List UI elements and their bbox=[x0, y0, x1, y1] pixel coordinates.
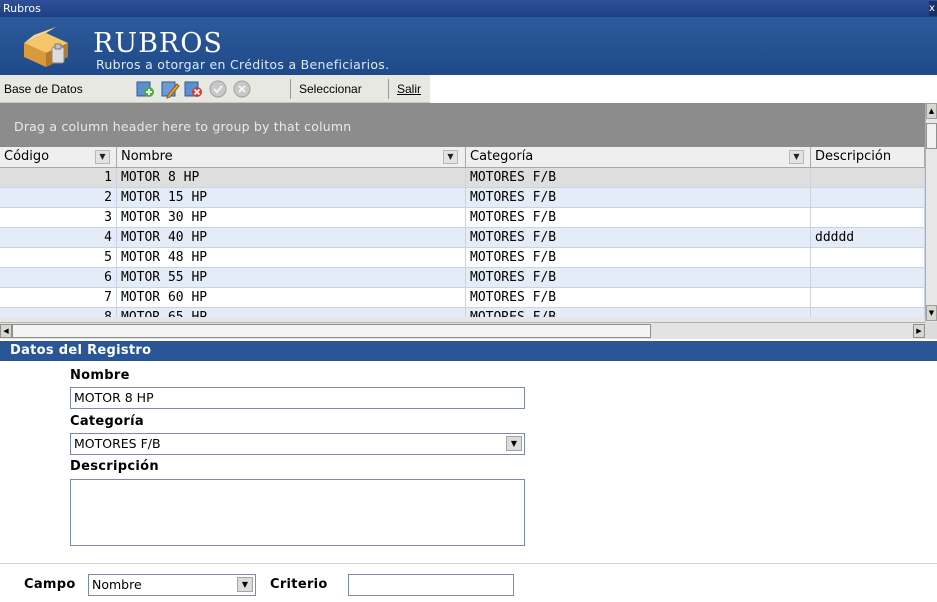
column-header-description[interactable]: Descripción bbox=[811, 147, 925, 168]
cell-description bbox=[811, 268, 925, 288]
toolbar-separator bbox=[388, 79, 389, 99]
criteria-input[interactable] bbox=[348, 574, 514, 596]
scroll-thumb[interactable] bbox=[926, 123, 937, 149]
cell-description bbox=[811, 288, 925, 308]
table-row[interactable]: 7 MOTOR 60 HP MOTORES F/B bbox=[0, 288, 925, 308]
column-header-label: Categoría bbox=[470, 149, 534, 164]
scroll-down-icon[interactable]: ▼ bbox=[926, 305, 937, 321]
horizontal-scrollbar[interactable]: ◀ ▶ bbox=[0, 322, 925, 339]
criteria-label: Criterio bbox=[270, 577, 328, 592]
cell-code: 7 bbox=[0, 288, 117, 308]
column-header-label: Nombre bbox=[121, 149, 173, 164]
group-by-panel[interactable]: Drag a column header here to group by th… bbox=[0, 103, 925, 147]
chevron-down-icon[interactable]: ▼ bbox=[789, 150, 804, 164]
column-header-category[interactable]: Categoría ▼ bbox=[466, 147, 811, 168]
cell-description bbox=[811, 188, 925, 208]
toolbar-separator bbox=[290, 79, 291, 99]
table-row[interactable]: 1 MOTOR 8 HP MOTORES F/B bbox=[0, 168, 925, 188]
grid-rows: 1 MOTOR 8 HP MOTORES F/B 2 MOTOR 15 HP M… bbox=[0, 168, 925, 317]
cell-code: 2 bbox=[0, 188, 117, 208]
section-title: Datos del Registro bbox=[0, 341, 937, 361]
confirm-icon[interactable] bbox=[208, 79, 228, 99]
name-label: Nombre bbox=[70, 368, 130, 383]
field-select-value: Nombre bbox=[92, 577, 142, 592]
cell-name: MOTOR 15 HP bbox=[117, 188, 466, 208]
table-row[interactable]: 5 MOTOR 48 HP MOTORES F/B bbox=[0, 248, 925, 268]
table-row[interactable]: 4 MOTOR 40 HP MOTORES F/B ddddd bbox=[0, 228, 925, 248]
cell-category: MOTORES F/B bbox=[466, 208, 811, 228]
grid-header: Código ▼ Nombre ▼ Categoría ▼ Descripció… bbox=[0, 147, 925, 168]
cell-code: 1 bbox=[0, 168, 117, 188]
column-header-label: Descripción bbox=[815, 149, 892, 164]
cell-description bbox=[811, 168, 925, 188]
window-titlebar: Rubros x bbox=[0, 0, 937, 17]
page-title: RUBROS bbox=[93, 28, 223, 59]
app-header: RUBROS Rubros a otorgar en Créditos a Be… bbox=[0, 17, 937, 75]
column-header-code[interactable]: Código ▼ bbox=[0, 147, 117, 168]
cell-description bbox=[811, 208, 925, 228]
table-row[interactable]: 8 MOTOR 65 HP MOTORES F/B bbox=[0, 308, 925, 317]
cell-code: 6 bbox=[0, 268, 117, 288]
category-select-value: MOTORES F/B bbox=[74, 436, 161, 451]
field-select[interactable]: Nombre ▼ bbox=[88, 574, 256, 596]
scroll-thumb[interactable] bbox=[12, 324, 651, 338]
description-field[interactable] bbox=[70, 479, 525, 546]
vertical-scrollbar[interactable]: ▲ ▼ bbox=[925, 103, 937, 322]
cell-name: MOTOR 60 HP bbox=[117, 288, 466, 308]
field-label: Campo bbox=[24, 577, 76, 592]
cell-name: MOTOR 55 HP bbox=[117, 268, 466, 288]
name-field[interactable]: MOTOR 8 HP bbox=[70, 387, 525, 409]
cell-category: MOTORES F/B bbox=[466, 308, 811, 317]
scroll-left-icon[interactable]: ◀ bbox=[0, 324, 12, 338]
cell-category: MOTORES F/B bbox=[466, 188, 811, 208]
cell-description bbox=[811, 308, 925, 317]
chevron-down-icon[interactable]: ▼ bbox=[443, 150, 458, 164]
cell-name: MOTOR 40 HP bbox=[117, 228, 466, 248]
page-subtitle: Rubros a otorgar en Créditos a Beneficia… bbox=[96, 57, 390, 72]
category-select[interactable]: MOTORES F/B ▼ bbox=[70, 433, 525, 455]
chevron-down-icon[interactable]: ▼ bbox=[506, 436, 522, 451]
column-header-label: Código bbox=[4, 149, 50, 164]
cell-category: MOTORES F/B bbox=[466, 248, 811, 268]
cell-code: 4 bbox=[0, 228, 117, 248]
chevron-down-icon[interactable]: ▼ bbox=[95, 150, 110, 164]
records-grid: Drag a column header here to group by th… bbox=[0, 103, 937, 339]
cell-name: MOTOR 30 HP bbox=[117, 208, 466, 228]
toolbar-blank bbox=[430, 75, 937, 103]
window-title: Rubros bbox=[3, 2, 41, 15]
cell-name: MOTOR 48 HP bbox=[117, 248, 466, 268]
select-button[interactable]: Seleccionar bbox=[299, 82, 362, 96]
category-label: Categoría bbox=[70, 414, 144, 429]
table-row[interactable]: 2 MOTOR 15 HP MOTORES F/B bbox=[0, 188, 925, 208]
cell-code: 8 bbox=[0, 308, 117, 317]
add-record-icon[interactable] bbox=[135, 79, 155, 99]
cell-code: 3 bbox=[0, 208, 117, 228]
column-header-name[interactable]: Nombre ▼ bbox=[117, 147, 466, 168]
cell-description: ddddd bbox=[811, 228, 925, 248]
scroll-up-icon[interactable]: ▲ bbox=[926, 103, 937, 119]
database-menu[interactable]: Base de Datos bbox=[4, 82, 83, 96]
search-bar: Campo Nombre ▼ Criterio bbox=[0, 563, 937, 602]
edit-record-icon[interactable] bbox=[160, 79, 180, 99]
cell-category: MOTORES F/B bbox=[466, 268, 811, 288]
cell-category: MOTORES F/B bbox=[466, 288, 811, 308]
chevron-down-icon[interactable]: ▼ bbox=[237, 577, 253, 592]
cell-name: MOTOR 65 HP bbox=[117, 308, 466, 317]
table-row[interactable]: 3 MOTOR 30 HP MOTORES F/B bbox=[0, 208, 925, 228]
cancel-icon[interactable] bbox=[232, 79, 252, 99]
table-row[interactable]: 6 MOTOR 55 HP MOTORES F/B bbox=[0, 268, 925, 288]
scrollbar-corner bbox=[925, 322, 937, 339]
cell-category: MOTORES F/B bbox=[466, 228, 811, 248]
cell-description bbox=[811, 248, 925, 268]
cell-code: 5 bbox=[0, 248, 117, 268]
cell-name: MOTOR 8 HP bbox=[117, 168, 466, 188]
scroll-right-icon[interactable]: ▶ bbox=[913, 324, 925, 338]
delete-record-icon[interactable] bbox=[183, 79, 203, 99]
description-label: Descripción bbox=[70, 459, 159, 474]
toolbar: Base de Datos Seleccionar Salir bbox=[0, 75, 430, 103]
cell-category: MOTORES F/B bbox=[466, 168, 811, 188]
box-folder-icon bbox=[24, 27, 68, 67]
close-icon[interactable]: x bbox=[929, 1, 937, 16]
exit-button[interactable]: Salir bbox=[397, 82, 421, 96]
